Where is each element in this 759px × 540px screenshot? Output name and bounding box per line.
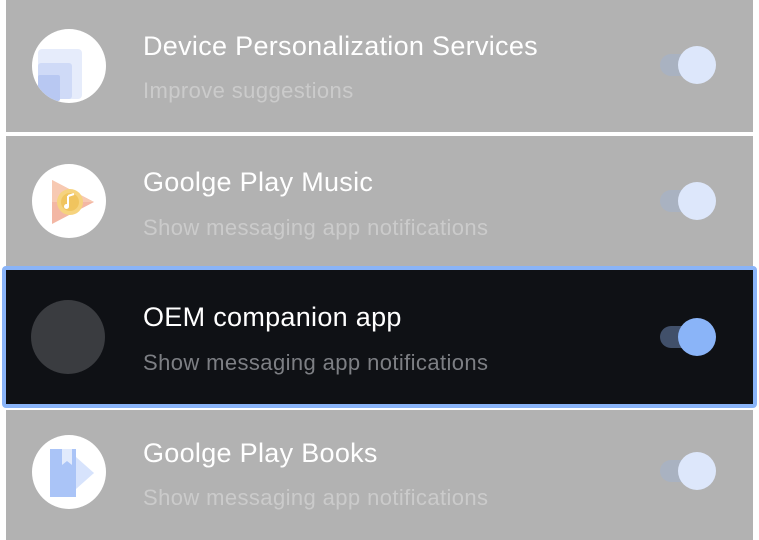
app-title: Goolge Play Books (143, 438, 378, 468)
app-subtitle: Improve suggestions (143, 78, 354, 103)
app-subtitle: Show messaging app notifications (143, 485, 489, 510)
notification-toggle[interactable] (658, 182, 716, 222)
generic-app-icon (31, 300, 105, 374)
toggle-thumb (678, 182, 716, 220)
app-subtitle: Show messaging app notifications (143, 350, 489, 375)
play-music-icon (32, 164, 106, 238)
list-item-play-books[interactable]: Goolge Play Books Show messaging app not… (6, 410, 753, 540)
app-title: Goolge Play Music (143, 167, 374, 197)
list-item-device-personalization[interactable]: Device Personalization Services Improve … (6, 0, 753, 132)
notification-toggle[interactable] (658, 46, 716, 86)
app-subtitle: Show messaging app notifications (143, 215, 489, 240)
toggle-thumb (678, 46, 716, 84)
notification-toggle[interactable] (658, 452, 716, 492)
toggle-thumb (678, 452, 716, 490)
notification-toggle[interactable] (658, 318, 716, 358)
toggle-thumb (678, 318, 716, 356)
list-item-play-music[interactable]: Goolge Play Music Show messaging app not… (6, 136, 753, 266)
app-notification-list: Device Personalization Services Improve … (0, 0, 759, 540)
device-personalization-icon (32, 29, 106, 103)
app-title: Device Personalization Services (143, 31, 538, 61)
play-books-icon (32, 435, 106, 509)
app-title: OEM companion app (143, 302, 402, 332)
list-item-oem-companion[interactable]: OEM companion app Show messaging app not… (2, 266, 757, 408)
